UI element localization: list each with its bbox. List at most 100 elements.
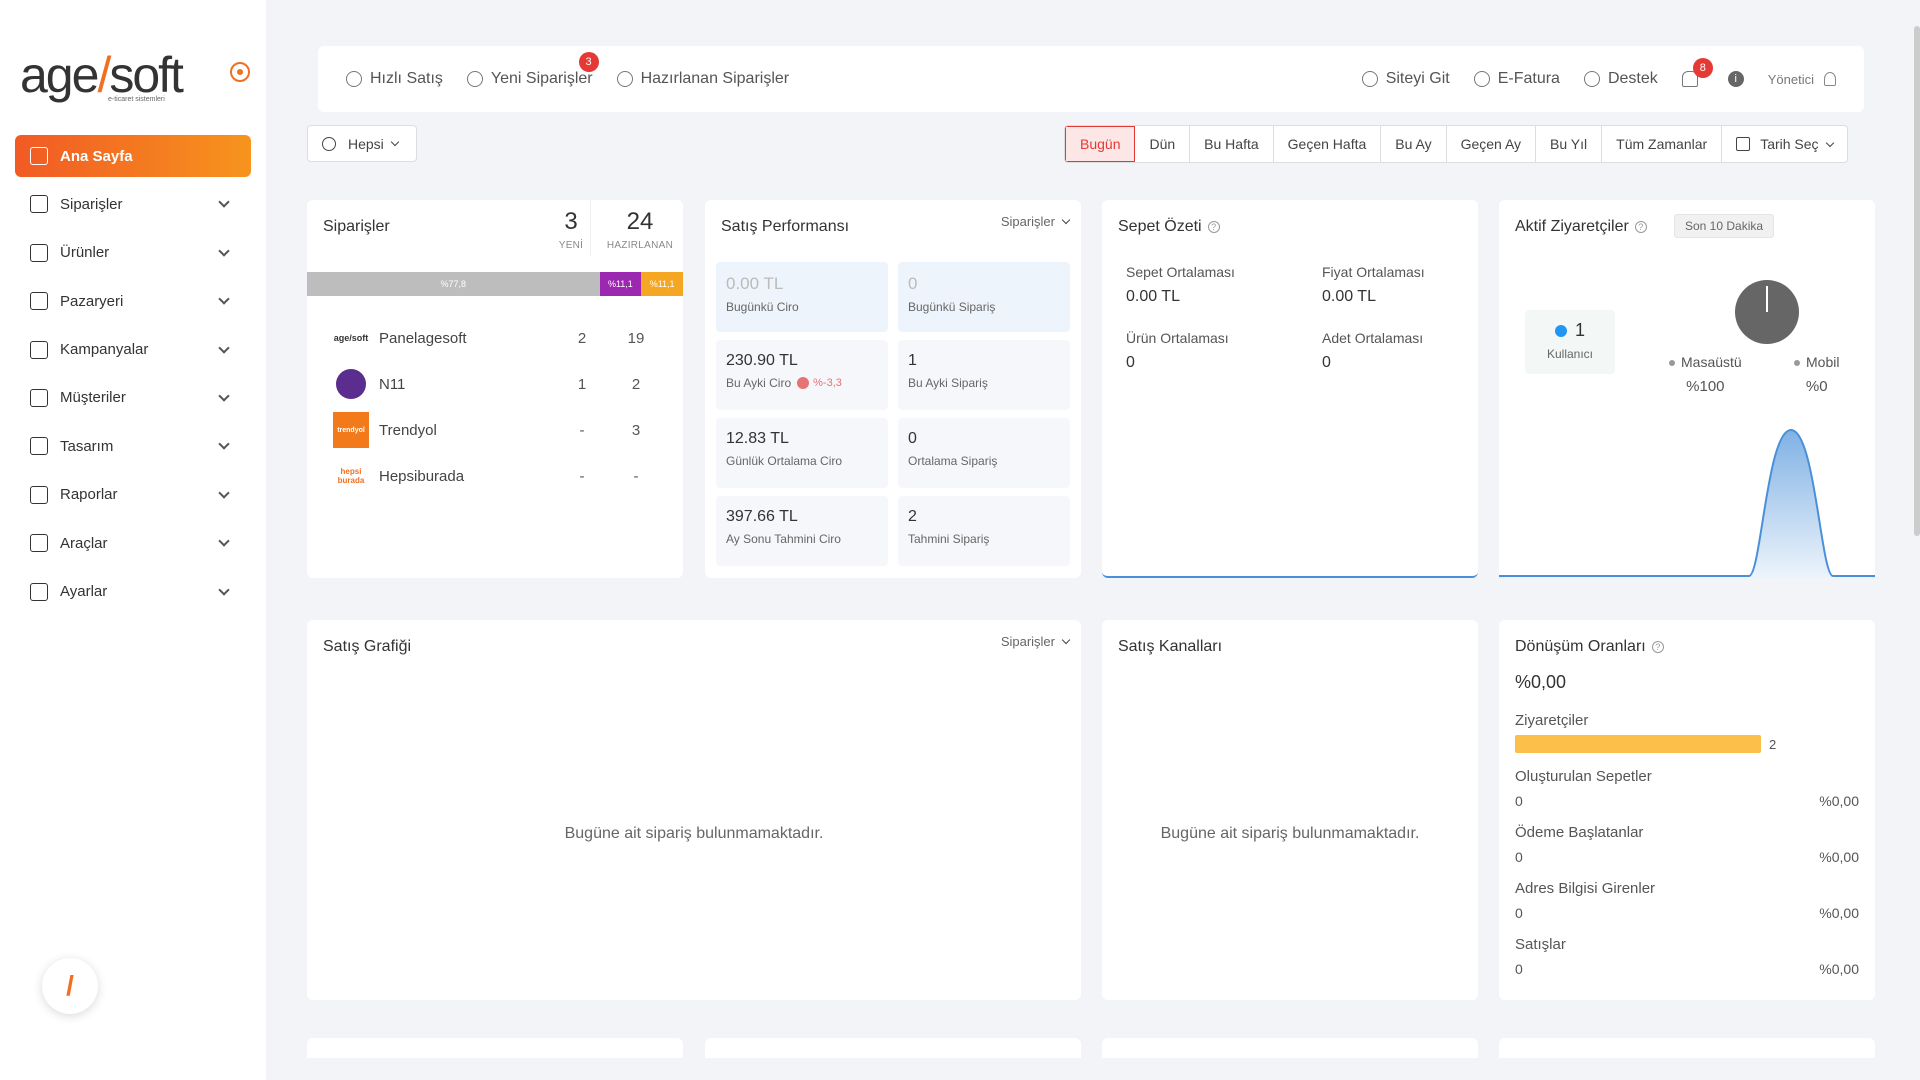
marketplace-row[interactable]: trendyol Trendyol - 3 (333, 410, 663, 450)
einvoice-link[interactable]: E-Fatura (1473, 70, 1560, 88)
quick-sale-link[interactable]: Hızlı Satış (346, 70, 443, 88)
page-scrollbar[interactable] (1914, 26, 1920, 536)
topbar: Hızlı Satış Yeni Siparişler 3 Hazırlanan … (318, 46, 1864, 112)
prepared-orders-link[interactable]: Hazırlanan Siparişler (616, 70, 789, 88)
help-icon[interactable]: ? (1634, 220, 1647, 233)
marketplace-row[interactable]: N11 1 2 (333, 364, 663, 404)
today-revenue-cell: 0.00 TL Bugünkü Ciro (716, 262, 888, 332)
time-window-chip[interactable]: Son 10 Dakika (1674, 214, 1775, 238)
month-revenue-cell: 230.90 TL Bu Ayki Ciro %-3,3 (716, 340, 888, 410)
date-picker-label: Tarih Seç (1760, 136, 1819, 152)
nav-item-ana-sayfa[interactable]: Ana Sayfa (15, 135, 251, 177)
go-site-link[interactable]: Siteyi Git (1361, 70, 1450, 88)
chevron-down-icon (218, 535, 230, 547)
chevron-down-icon (218, 390, 230, 402)
chevron-down-icon (218, 583, 230, 596)
marketplace-name: Trendyol (379, 421, 437, 439)
logo-text-end: soft (109, 47, 184, 103)
basket-metric-value: 0 (1126, 354, 1135, 371)
performance-metric-dropdown[interactable]: Siparişler (1001, 214, 1071, 229)
nav-item-pazaryeri[interactable]: Pazaryeri (15, 280, 251, 322)
help-icon[interactable]: ? (1207, 220, 1220, 233)
prepared-orders-stat[interactable]: 24 HAZIRLANAN (597, 208, 683, 251)
basket-metric-label: Fiyat Ortalaması (1322, 264, 1425, 280)
marketplace-new: - (579, 467, 585, 485)
notification-badge: 8 (1692, 58, 1713, 78)
date-picker-button[interactable]: Tarih Seç (1722, 126, 1846, 162)
metric-label: Bugünkü Ciro (726, 300, 799, 314)
visitor-count-box: 1 Kullanıcı (1525, 310, 1615, 374)
nav-item-kampanyalar[interactable]: Kampanyalar (15, 329, 251, 371)
marketplace-row[interactable]: age/soft Panelagesoft 2 19 (333, 318, 663, 358)
user-menu[interactable]: Yönetici (1768, 72, 1836, 87)
basket-avg: Sepet Ortalaması 0.00 TL (1126, 264, 1235, 306)
chevron-down-icon (1061, 215, 1071, 225)
nav-item-tasarim[interactable]: Tasarım (15, 425, 251, 467)
metric-value: 0 (908, 430, 917, 447)
period-last-week[interactable]: Geçen Hafta (1274, 126, 1382, 162)
nav-item-siparisler[interactable]: Siparişler (15, 183, 251, 225)
sales-chart-dropdown[interactable]: Siparişler (1000, 634, 1071, 649)
period-yesterday[interactable]: Dün (1135, 126, 1191, 162)
sales-chart-dropdown-label: Siparişler (1000, 634, 1055, 649)
marketplace-row[interactable]: hepsi burada Hepsiburada - - (333, 456, 663, 496)
trendyol-logo: trendyol (333, 412, 369, 448)
sales-chart-title: Satış Grafiği (323, 638, 412, 655)
chevron-down-icon (218, 341, 230, 354)
n11-logo (333, 366, 369, 402)
period-this-month[interactable]: Bu Ay (1381, 126, 1447, 162)
metric-label: Günlük Ortalama Ciro (726, 454, 843, 468)
quick-action-button[interactable]: / (42, 958, 98, 1014)
collapse-toggle-icon[interactable] (230, 62, 250, 82)
brand-logo[interactable]: age/soft e-ticaret sistemleri (20, 46, 184, 104)
box-icon (30, 292, 48, 311)
period-this-week[interactable]: Bu Hafta (1190, 126, 1274, 162)
daily-avg-revenue-cell: 12.83 TL Günlük Ortalama Ciro (716, 418, 888, 488)
help-icon[interactable]: ? (1651, 640, 1664, 653)
info-icon[interactable]: i (1727, 71, 1744, 87)
quick-sale-label: Hızlı Satış (370, 70, 443, 87)
channels-title: Satış Kanalları (1118, 638, 1223, 655)
new-orders-link[interactable]: Yeni Siparişler 3 (466, 52, 599, 88)
period-last-month[interactable]: Geçen Ay (1447, 126, 1537, 162)
avg-orders-cell: 0 Ortalama Sipariş (898, 418, 1070, 488)
store-filter-dropdown[interactable]: Hepsi (307, 125, 417, 162)
metric-value: 2 (908, 508, 917, 525)
period-today[interactable]: Bugün (1065, 126, 1136, 162)
nav-item-araclar[interactable]: Araçlar (15, 522, 251, 564)
visitors-title-text: Aktif Ziyaretçiler (1515, 218, 1629, 235)
bell-icon[interactable]: 8 (1681, 58, 1713, 87)
nav-label: Ürünler (60, 244, 110, 262)
basket-title-text: Sepet Özeti (1118, 218, 1202, 235)
book-icon (30, 243, 48, 262)
mobile-pct: %0 (1805, 378, 1828, 395)
basket-metric-value: 0.00 TL (1126, 288, 1180, 305)
visitors-area-fill (1499, 430, 1875, 578)
nav-item-ayarlar[interactable]: Ayarlar (15, 571, 251, 613)
marketplace-new: - (579, 421, 585, 439)
marketplace-prepared: - (633, 467, 639, 485)
cart-icon (466, 71, 483, 87)
nav-item-urunler[interactable]: Ürünler (15, 232, 251, 274)
metric-label: Ay Sonu Tahmini Ciro (726, 532, 841, 546)
period-all-time[interactable]: Tüm Zamanlar (1602, 126, 1723, 162)
logo-slash: / (97, 47, 111, 103)
nav-label: Tasarım (60, 437, 114, 455)
today-orders-cell: 0 Bugünkü Sipariş (898, 262, 1070, 332)
chevron-down-icon (218, 245, 230, 257)
product-avg: Ürün Ortalaması 0 (1126, 330, 1229, 372)
visitors-count: 2 (1769, 736, 1777, 752)
nav-item-raporlar[interactable]: Raporlar (15, 474, 251, 516)
sidebar: age/soft e-ticaret sistemleri Ana Sayfa … (0, 0, 266, 1080)
conversion-total: %0,00 (1515, 672, 1567, 692)
legend-dot-icon (1669, 360, 1675, 367)
calendar-icon (1736, 137, 1751, 151)
package-icon (616, 71, 633, 87)
conversion-row-pct: %0,00 (1819, 849, 1859, 865)
new-orders-stat[interactable]: 3 YENİ (547, 208, 595, 251)
nav-item-musteriler[interactable]: Müşteriler (15, 377, 251, 419)
support-link[interactable]: Destek (1583, 70, 1658, 88)
period-this-year[interactable]: Bu Yıl (1536, 126, 1603, 162)
period-selector: Bugün Dün Bu Hafta Geçen Hafta Bu Ay Geç… (1064, 125, 1848, 163)
basket-metric-label: Adet Ortalaması (1322, 330, 1424, 346)
